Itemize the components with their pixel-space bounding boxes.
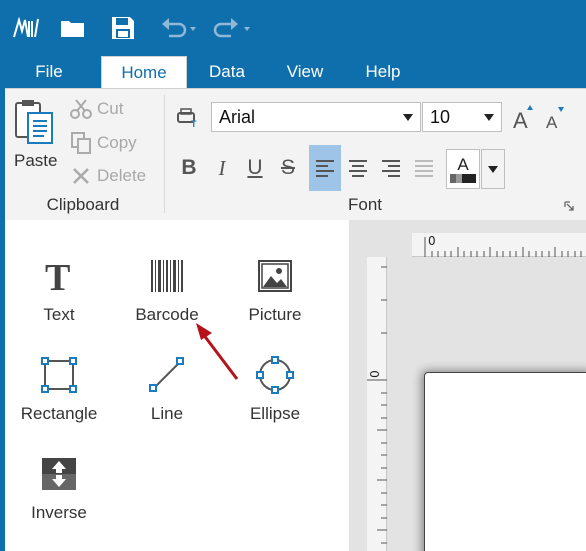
chevron-down-icon (484, 114, 494, 121)
picture-icon (225, 256, 325, 296)
delete-button[interactable]: Delete (97, 166, 146, 186)
tool-barcode[interactable]: Barcode (117, 256, 217, 336)
undo-icon[interactable] (158, 14, 198, 42)
ruler-origin-label: 0 (367, 370, 382, 378)
tools-panel: T Text Barcode Picture Rectangle Line El… (5, 220, 349, 551)
line-icon (117, 355, 217, 395)
delete-icon (69, 164, 93, 188)
vertical-ruler: 0 (367, 257, 387, 551)
justify-icon (415, 160, 433, 177)
font-color-letter: A (457, 154, 469, 174)
grow-font-icon[interactable]: A (511, 103, 535, 131)
tool-inverse[interactable]: Inverse (9, 454, 109, 534)
menu-tabs: File Home Data View Help (0, 56, 586, 89)
ruler-origin-label: 0 (428, 234, 436, 248)
font-group-label: Font (347, 195, 383, 214)
tool-ellipse[interactable]: Ellipse (225, 355, 325, 435)
tool-text[interactable]: T Text (9, 256, 109, 336)
chevron-down-icon (403, 114, 413, 121)
cut-icon (69, 97, 93, 121)
cut-button[interactable]: Cut (97, 99, 123, 119)
font-size-value: 10 (430, 107, 451, 127)
folder-open-icon[interactable] (58, 14, 88, 42)
group-divider (164, 95, 165, 213)
underline-button[interactable]: U (239, 145, 271, 191)
save-icon[interactable] (108, 14, 138, 42)
tab-data[interactable]: Data (198, 56, 256, 88)
shrink-font-icon[interactable]: A (543, 105, 567, 131)
tool-label: Text (43, 305, 75, 324)
chevron-down-icon (488, 165, 498, 173)
tool-label: Inverse (31, 503, 87, 522)
text-tool-icon: T (9, 256, 109, 296)
paste-icon[interactable] (13, 99, 55, 145)
rectangle-icon (9, 355, 109, 395)
italic-button[interactable]: I (206, 145, 238, 191)
tool-label: Picture (248, 305, 302, 324)
barcode-icon (117, 256, 217, 296)
dialog-launcher-icon[interactable] (564, 201, 574, 211)
tab-file[interactable]: File (18, 56, 80, 88)
tab-help[interactable]: Help (354, 56, 412, 88)
svg-text:T: T (191, 119, 197, 127)
tool-line[interactable]: Line (117, 355, 217, 435)
font-color-dropdown[interactable] (481, 149, 505, 189)
horizontal-ruler: 0 (412, 233, 586, 257)
align-left-button[interactable] (309, 145, 341, 191)
redo-icon[interactable] (208, 14, 252, 42)
svg-text:T: T (45, 258, 70, 294)
label-page[interactable] (424, 372, 586, 551)
font-color-button[interactable]: A (446, 149, 480, 189)
align-right-icon (382, 160, 400, 177)
justify-button[interactable] (408, 145, 440, 191)
font-family-value: Arial (219, 107, 256, 127)
title-bar (0, 0, 586, 56)
copy-button[interactable]: Copy (97, 133, 137, 153)
clipboard-group-label: Clipboard (46, 195, 120, 214)
paste-button[interactable]: Paste (14, 151, 57, 171)
bold-button[interactable]: B (173, 145, 205, 191)
svg-text:A: A (513, 108, 528, 130)
tool-rectangle[interactable]: Rectangle (9, 355, 109, 435)
align-center-icon (349, 160, 367, 177)
tool-label: Ellipse (249, 404, 301, 423)
home-ribbon: Paste Cut Copy Delete Clipboard T Arial (5, 88, 586, 220)
tab-home[interactable]: Home (101, 56, 187, 89)
tab-view[interactable]: View (276, 56, 334, 88)
align-right-button[interactable] (375, 145, 407, 191)
copy-icon (69, 131, 93, 155)
align-center-button[interactable] (342, 145, 374, 191)
color-swatch-icon (450, 173, 476, 183)
tool-picture[interactable]: Picture (225, 256, 325, 336)
font-size-select[interactable]: 10 (422, 102, 502, 132)
strikethrough-button[interactable]: S (272, 145, 304, 191)
font-family-select[interactable]: Arial (211, 102, 421, 132)
app-logo-icon (12, 14, 40, 42)
svg-text:A: A (546, 113, 558, 130)
tool-label: Barcode (135, 305, 199, 324)
printer-font-icon: T (175, 105, 201, 129)
inverse-icon (9, 454, 109, 494)
tool-label: Rectangle (20, 404, 98, 423)
tool-label: Line (150, 404, 184, 423)
align-left-icon (316, 160, 334, 177)
ellipse-icon (225, 355, 325, 395)
